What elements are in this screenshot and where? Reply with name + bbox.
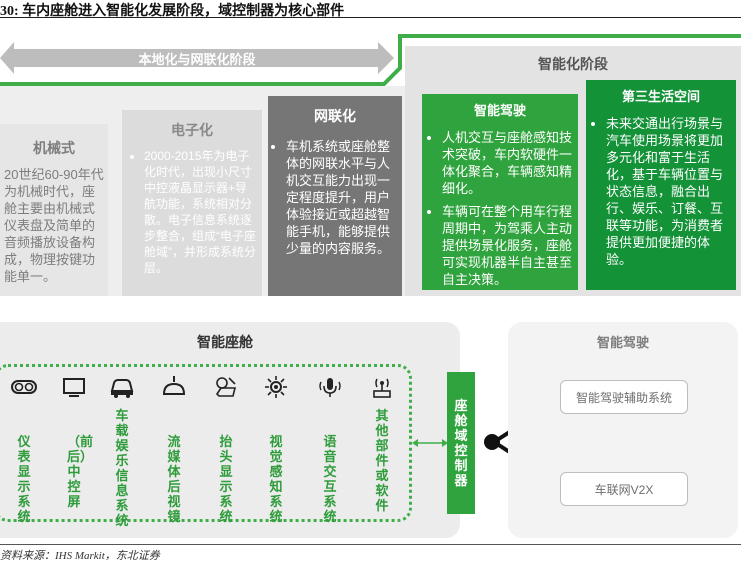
component-other: 其他部件或软件 xyxy=(362,374,402,513)
component-label: 抬头显示系统 xyxy=(219,434,233,524)
component-label: 语音交互系统 xyxy=(323,434,337,524)
cockpit-label: 智能座舱 xyxy=(197,334,253,350)
smart-driving-panel: 智能驾驶 人机交互与座舱感知技术突破，车内软硬件一体化聚合，车辆感知精细化。 车… xyxy=(422,94,578,290)
link-arrow xyxy=(412,439,448,447)
component-label: 其他部件或软件 xyxy=(375,408,389,513)
driving-assist-label: 智能驾驶辅助系统 xyxy=(575,390,672,405)
component-monitor: （前后）中控屏 xyxy=(54,374,94,509)
component-voice: 语音交互系统 xyxy=(310,374,350,524)
mechanical-text: 20世纪60-90年代为机械时代，座舱主要由机械式仪表盘及简单的音频播放设备构成… xyxy=(4,167,104,284)
driving-panel-title: 智能驾驶 xyxy=(596,335,649,350)
component-hud: 抬头显示系统 xyxy=(206,374,246,524)
mirror-icon xyxy=(162,376,186,395)
monitor-icon xyxy=(63,378,85,397)
arrow-label: 本地化与网联化阶段 xyxy=(138,52,256,67)
v2x-label: 车联网V2X xyxy=(594,482,654,497)
component-mirror: 流媒体后视镜 xyxy=(154,374,194,524)
smart-driving-bullet-2: 车辆可在整个用车行程周期中，为驾乘人主动提供场景化服务，座舱可实现机器半自主甚至… xyxy=(442,203,572,288)
component-gauge: 仪表显示系统 xyxy=(4,374,44,524)
electronic-text: 2000-2015年为电子化时代，出现小尺寸中控液晶显示器+导航功能，系统相对分… xyxy=(144,148,256,276)
component-label: 流媒体后视镜 xyxy=(167,434,181,524)
electronic-panel: 电子化 2000-2015年为电子化时代，出现小尺寸中控液晶显示器+导航功能，系… xyxy=(122,110,262,296)
gauge-icon xyxy=(11,380,37,394)
component-label: （前后）中控屏 xyxy=(67,434,94,509)
component-label: 视觉感知系统 xyxy=(269,434,283,524)
connected-title: 网联化 xyxy=(314,108,356,124)
title-rule xyxy=(0,17,741,18)
third-space-panel: 第三生活空间 未来交通出行场景与汽车使用场景将更加多元化和富于生活化，基于车辆位… xyxy=(586,80,736,290)
v2x-box: 车联网V2X xyxy=(560,472,688,506)
third-space-title: 第三生活空间 xyxy=(621,89,700,104)
mechanical-panel: 机械式 20世纪60-90年代为机械时代，座舱主要由机械式仪表盘及简单的音频播放… xyxy=(0,124,108,296)
domain-controller: 座舱域控制器 xyxy=(447,372,475,514)
wireless-icon xyxy=(373,378,391,398)
component-label: 仪表显示系统 xyxy=(17,434,31,524)
electronic-title: 电子化 xyxy=(171,122,213,138)
connected-panel: 网联化 车机系统或座舱整体的网联水平与人机交互能力出现一定程度提升，用户体验接近… xyxy=(268,96,402,296)
third-space-bullet-1: 未来交通出行场景与汽车使用场景将更加多元化和富于生活化，基于车辆位置与状态信息，… xyxy=(606,115,728,268)
driving-assist-box: 智能驾驶辅助系统 xyxy=(560,380,688,414)
smart-driving-title: 智能驾驶 xyxy=(473,103,526,118)
smart-driving-bullet-1: 人机交互与座舱感知技术突破，车内软硬件一体化聚合，车辆感知精细化。 xyxy=(442,129,572,197)
component-list: 仪表显示系统 （前后）中控屏 车载娱乐信息系统 流媒体后视镜 抬头显示系统 视觉… xyxy=(0,372,408,528)
connected-text: 车机系统或座舱整体的网联水平与人机交互能力出现一定程度提升，用户体验接近或超越智… xyxy=(286,138,396,257)
domain-controller-label: 座舱域控制器 xyxy=(454,398,468,488)
hud-icon xyxy=(215,377,237,397)
component-infotainment: 车载娱乐信息系统 xyxy=(102,374,142,528)
car-icon xyxy=(110,379,134,398)
component-vision: 视觉感知系统 xyxy=(256,374,296,524)
smart-stage-label: 智能化阶段 xyxy=(538,56,608,72)
microphone-icon xyxy=(319,378,341,397)
footer-rule xyxy=(0,544,741,545)
eye-sensor-icon xyxy=(265,376,287,398)
source-note: 资料来源：IHS Markit，东北证券 xyxy=(0,550,160,562)
component-label: 车载娱乐信息系统 xyxy=(115,408,129,528)
mechanical-title: 机械式 xyxy=(33,140,75,156)
